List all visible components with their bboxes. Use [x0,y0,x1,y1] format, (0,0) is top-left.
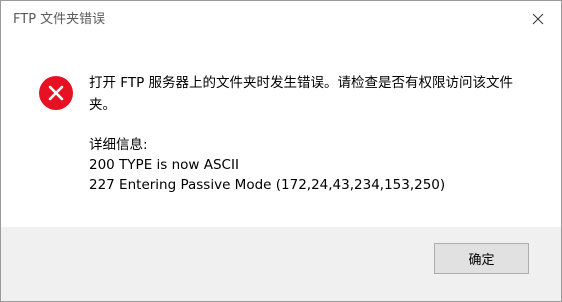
details-line: 227 Entering Passive Mode (172,24,43,234… [89,177,446,193]
details-label: 详细信息: [89,137,148,153]
error-message: 打开 FTP 服务器上的文件夹时发生错误。请检查是否有权限访问该文件夹。 [89,75,513,113]
close-icon [532,13,544,25]
details-block: 详细信息: 200 TYPE is now ASCII 227 Entering… [89,135,529,195]
button-bar: 确定 [1,227,561,301]
ftp-error-dialog: FTP 文件夹错误 打开 FTP 服务器上的文件夹时发生错误。请检查是否有权限访… [0,0,562,302]
error-icon [39,76,73,110]
close-button[interactable] [515,1,561,37]
title-bar: FTP 文件夹错误 [1,1,561,39]
details-line: 200 TYPE is now ASCII [89,157,239,173]
dialog-content: 打开 FTP 服务器上的文件夹时发生错误。请检查是否有权限访问该文件夹。 详细信… [1,39,561,227]
window-title: FTP 文件夹错误 [13,12,106,27]
ok-button[interactable]: 确定 [434,243,529,274]
